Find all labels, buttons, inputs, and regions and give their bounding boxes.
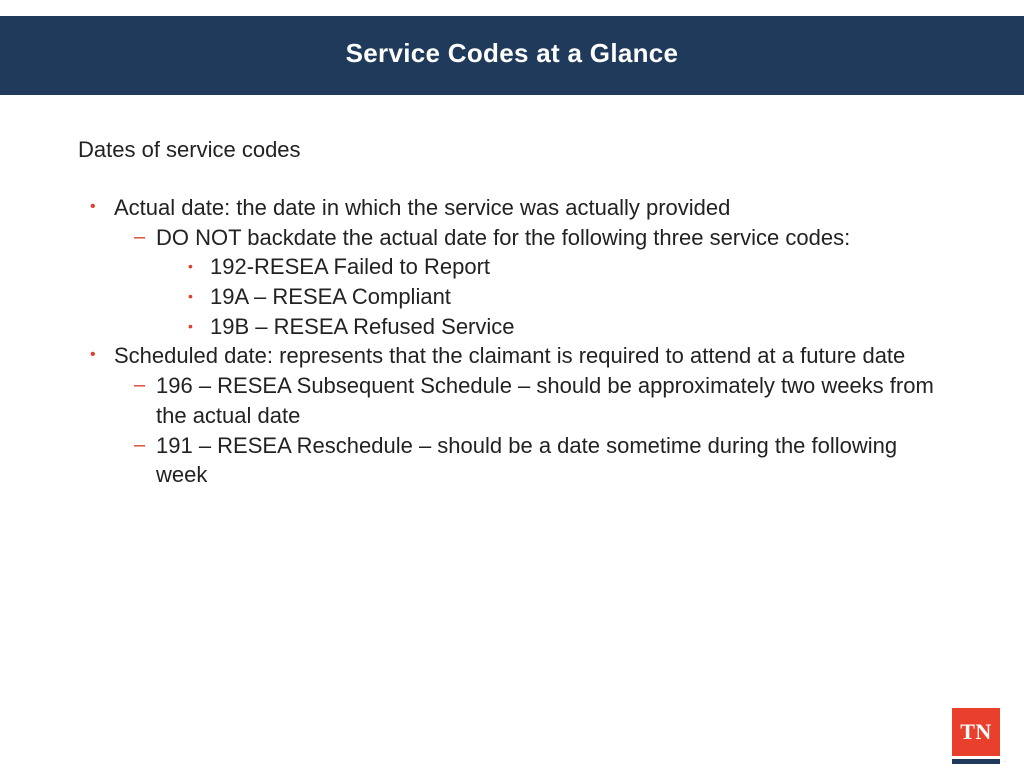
tn-logo: TN . [952, 708, 1000, 764]
item-text: 191 – RESEA Reschedule – should be a dat… [156, 433, 897, 488]
item-text: Scheduled date: represents that the clai… [114, 343, 905, 368]
logo-text: TN [960, 719, 992, 745]
item-text: 196 – RESEA Subsequent Schedule – should… [156, 373, 934, 428]
item-text: DO NOT backdate the actual date for the … [156, 225, 850, 250]
slide-header: Service Codes at a Glance [0, 16, 1024, 95]
list-item: 191 – RESEA Reschedule – should be a dat… [142, 431, 952, 490]
item-text: 19A – RESEA Compliant [210, 284, 451, 309]
list-item: 196 – RESEA Subsequent Schedule – should… [142, 371, 952, 430]
list-item: 19B – RESEA Refused Service [196, 312, 952, 342]
bullet-list-level3: 192-RESEA Failed to Report 19A – RESEA C… [156, 252, 952, 341]
item-text: 19B – RESEA Refused Service [210, 314, 515, 339]
item-text: Actual date: the date in which the servi… [114, 195, 730, 220]
list-item: Scheduled date: represents that the clai… [100, 341, 952, 489]
logo-mark: . [1004, 755, 1006, 764]
bullet-list-level1: Actual date: the date in which the servi… [78, 193, 952, 490]
bullet-list-level2: DO NOT backdate the actual date for the … [114, 223, 952, 342]
list-item: 19A – RESEA Compliant [196, 282, 952, 312]
item-text: 192-RESEA Failed to Report [210, 254, 490, 279]
list-item: Actual date: the date in which the servi… [100, 193, 952, 341]
list-item: 192-RESEA Failed to Report [196, 252, 952, 282]
slide-content: Dates of service codes Actual date: the … [0, 95, 1024, 490]
logo-bar [952, 759, 1000, 764]
slide-title: Service Codes at a Glance [0, 38, 1024, 69]
logo-box: TN [952, 708, 1000, 756]
intro-text: Dates of service codes [78, 137, 952, 163]
bullet-list-level2: 196 – RESEA Subsequent Schedule – should… [114, 371, 952, 490]
list-item: DO NOT backdate the actual date for the … [142, 223, 952, 342]
